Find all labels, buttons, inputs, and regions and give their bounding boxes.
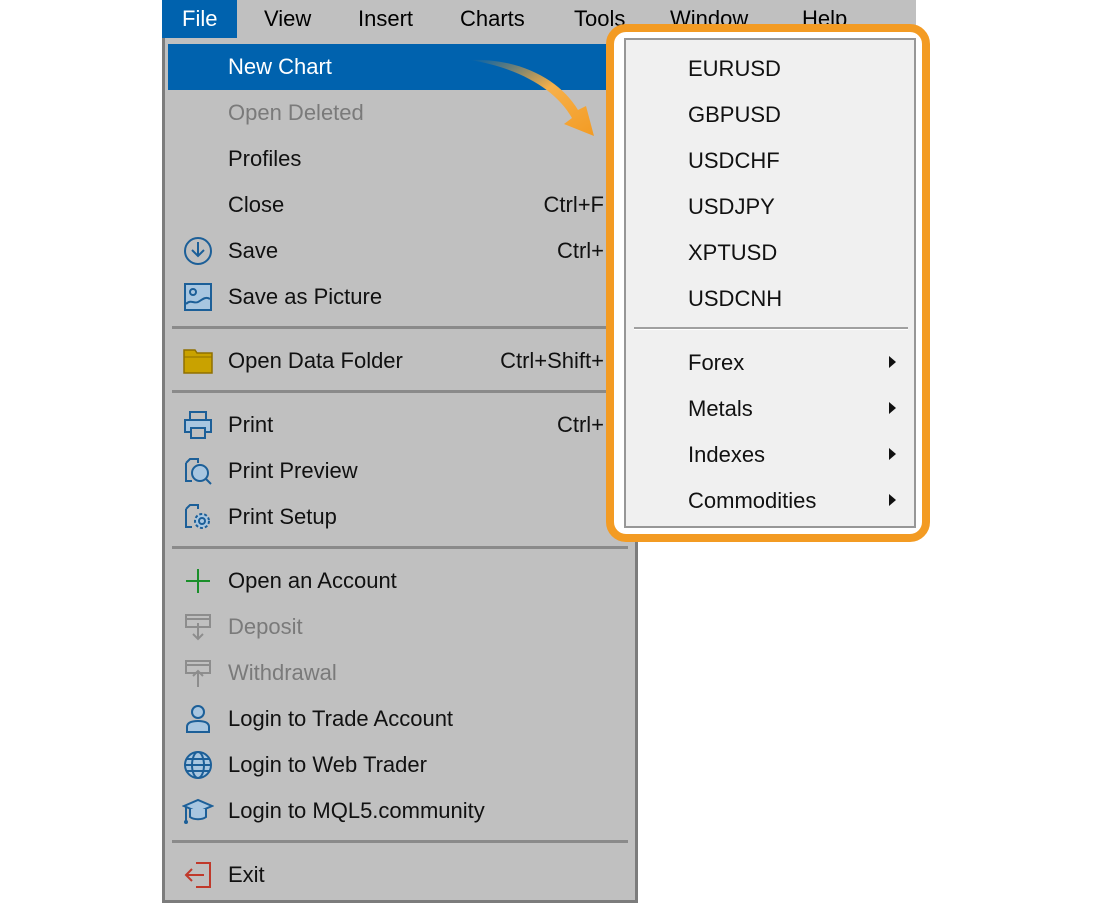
menu-file[interactable]: File [162, 0, 238, 38]
menu-item-close[interactable]: Close Ctrl+F [168, 182, 634, 228]
submenu-arrow-icon [889, 494, 896, 506]
symbol-label: XPTUSD [688, 240, 778, 265]
menu-item-label: Open Data Folder [228, 348, 403, 373]
menu-item-login-mql5-community[interactable]: Login to MQL5.community [168, 788, 634, 834]
menu-item-label: Open an Account [228, 568, 397, 593]
menu-item-print-setup[interactable]: Print Setup [168, 494, 634, 540]
menu-item-label: Login to Web Trader [228, 752, 427, 777]
print-setup-icon [185, 504, 210, 529]
group-label: Commodities [688, 488, 817, 513]
annotation-arrow-icon [470, 59, 594, 136]
symbol-item-usdchf[interactable]: USDCHF [626, 138, 914, 184]
menu-item-label: New Chart [228, 54, 332, 79]
picture-icon [184, 283, 212, 311]
submenu-arrow-icon [889, 356, 896, 368]
plus-icon [186, 569, 210, 593]
symbol-label: EURUSD [688, 56, 781, 81]
menu-item-open-data-folder[interactable]: Open Data Folder Ctrl+Shift+ [168, 338, 634, 384]
group-item-commodities[interactable]: Commodities [626, 478, 914, 524]
shortcut-label: Ctrl+Shift+ [500, 348, 604, 373]
group-label: Forex [688, 350, 745, 375]
symbol-item-xptusd[interactable]: XPTUSD [626, 230, 914, 276]
symbol-label: USDCNH [688, 286, 783, 311]
group-label: Metals [688, 396, 753, 421]
menu-item-open-an-account[interactable]: Open an Account [168, 558, 634, 604]
submenu-arrow-icon [889, 448, 896, 460]
menu-insert[interactable]: Insert [338, 0, 433, 38]
menu-item-label: Exit [228, 862, 265, 887]
withdrawal-icon [185, 660, 211, 687]
menu-item-label: Print [228, 412, 274, 437]
deposit-icon [185, 614, 211, 641]
symbol-item-usdcnh[interactable]: USDCNH [626, 276, 914, 322]
menu-item-save[interactable]: Save Ctrl+ [168, 228, 634, 274]
menu-item-login-web-trader[interactable]: Login to Web Trader [168, 742, 634, 788]
menu-charts[interactable]: Charts [440, 0, 545, 38]
print-preview-icon [185, 458, 212, 485]
save-icon [184, 237, 212, 265]
menu-item-label: Login to MQL5.community [228, 798, 485, 823]
menu-item-label: Close [228, 192, 285, 217]
symbol-label: GBPUSD [688, 102, 781, 127]
new-chart-submenu: EURUSD GBPUSD USDCHF USDJPY XPTUSD USDCN… [624, 38, 916, 528]
separator [172, 390, 628, 393]
menu-item-label: Save [228, 238, 279, 263]
symbol-item-usdjpy[interactable]: USDJPY [626, 184, 914, 230]
menu-item-label: Login to Trade Account [228, 706, 454, 731]
symbol-item-eurusd[interactable]: EURUSD [626, 46, 914, 92]
user-icon [186, 705, 210, 733]
printer-icon [184, 411, 212, 439]
shortcut-label: Ctrl+ [556, 238, 604, 263]
separator [634, 327, 908, 330]
menu-item-label: Profiles [228, 146, 302, 171]
menu-view[interactable]: View [244, 0, 331, 38]
shortcut-label: Ctrl+ [556, 412, 604, 437]
menu-item-exit[interactable]: Exit [168, 852, 634, 898]
group-label: Indexes [688, 442, 766, 467]
menu-item-label: Deposit [228, 614, 303, 639]
menu-item-label: Withdrawal [228, 660, 337, 685]
menu-item-label: Print Setup [228, 504, 337, 529]
symbol-label: USDCHF [688, 148, 780, 173]
menu-item-label: Save as Picture [228, 284, 383, 309]
separator [172, 326, 628, 329]
menu-item-label: Print Preview [228, 458, 358, 483]
menu-item-deposit[interactable]: Deposit [168, 604, 634, 650]
menu-item-print-preview[interactable]: Print Preview [168, 448, 634, 494]
menu-item-print[interactable]: Print Ctrl+ [168, 402, 634, 448]
menu-item-label: Open Deleted [228, 100, 364, 125]
menu-item-withdrawal[interactable]: Withdrawal [168, 650, 634, 696]
submenu-arrow-icon [889, 402, 896, 414]
file-menu-dropdown: New Chart Open Deleted Profiles Close Ct… [162, 38, 638, 903]
symbol-label: USDJPY [688, 194, 775, 219]
globe-icon [184, 751, 212, 779]
folder-icon [183, 349, 213, 374]
menu-item-save-as-picture[interactable]: Save as Picture [168, 274, 634, 320]
separator [172, 840, 628, 843]
group-item-indexes[interactable]: Indexes [626, 432, 914, 478]
exit-icon [184, 862, 211, 888]
menu-item-login-trade-account[interactable]: Login to Trade Account [168, 696, 634, 742]
graduation-cap-icon [182, 798, 214, 824]
symbol-item-gbpusd[interactable]: GBPUSD [626, 92, 914, 138]
group-item-metals[interactable]: Metals [626, 386, 914, 432]
separator [172, 546, 628, 549]
shortcut-label: Ctrl+F [543, 192, 605, 217]
group-item-forex[interactable]: Forex [626, 340, 914, 386]
